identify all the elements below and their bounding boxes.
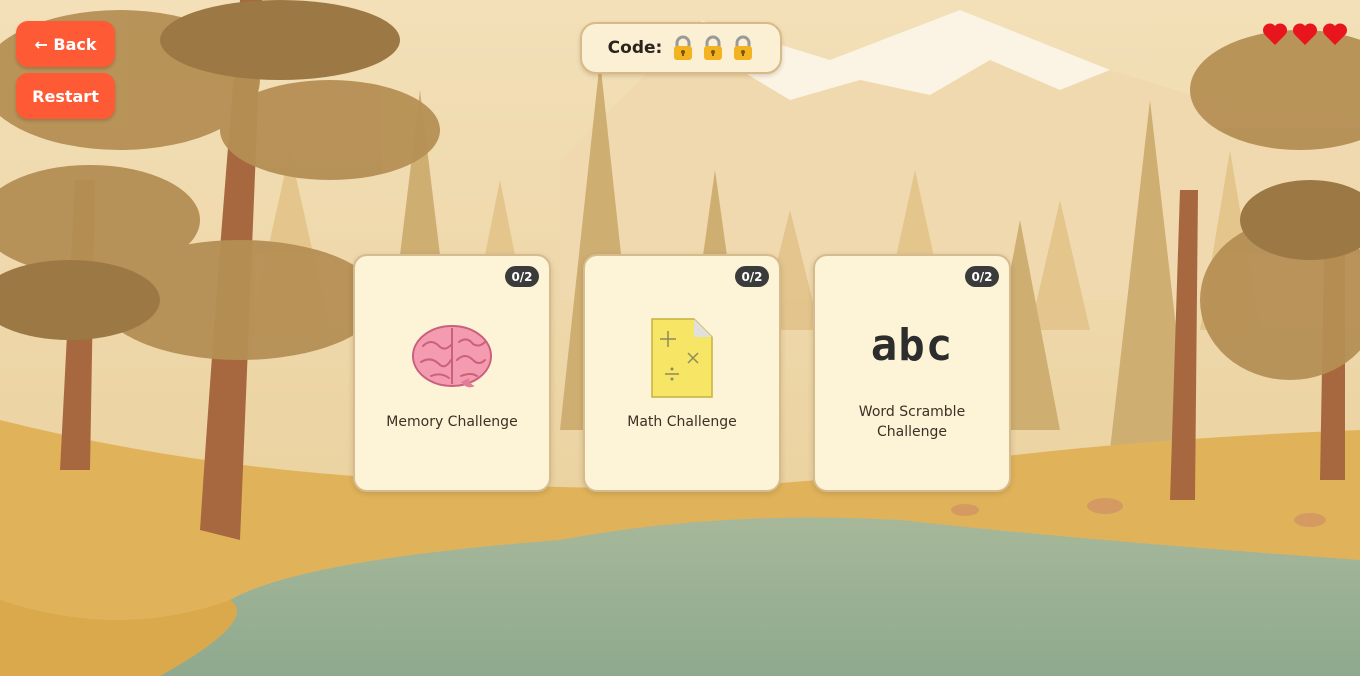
- back-button[interactable]: ← Back: [16, 21, 115, 67]
- code-locks: [672, 35, 754, 61]
- heart-icon: [1262, 23, 1288, 45]
- math-note-icon: [651, 318, 713, 398]
- code-panel: Code:: [580, 22, 782, 74]
- brain-icon: [412, 325, 492, 388]
- card-title: Memory Challenge: [386, 414, 518, 430]
- card-title: Word Scramble Challenge: [858, 404, 966, 440]
- heart-icon: [1322, 23, 1348, 45]
- lock-icon: [674, 35, 693, 60]
- word-scramble-challenge-card[interactable]: 0/2 abc Word Scramble Challenge: [813, 254, 1011, 492]
- restart-button[interactable]: Restart: [16, 73, 115, 119]
- memory-challenge-card[interactable]: 0/2 Memory Challenge: [353, 254, 551, 492]
- code-label: Code:: [607, 38, 663, 58]
- math-challenge-card[interactable]: 0/2 Math Challenge: [583, 254, 781, 492]
- heart-icon: [1292, 23, 1318, 45]
- abc-icon: abc: [870, 320, 954, 371]
- progress-badge: 0/2: [735, 266, 769, 287]
- card-title: Math Challenge: [627, 414, 737, 430]
- progress-badge: 0/2: [505, 266, 539, 287]
- lock-icon: [734, 35, 753, 60]
- lock-icon: [704, 35, 723, 60]
- progress-badge: 0/2: [965, 266, 999, 287]
- lives-indicator: [1262, 22, 1348, 46]
